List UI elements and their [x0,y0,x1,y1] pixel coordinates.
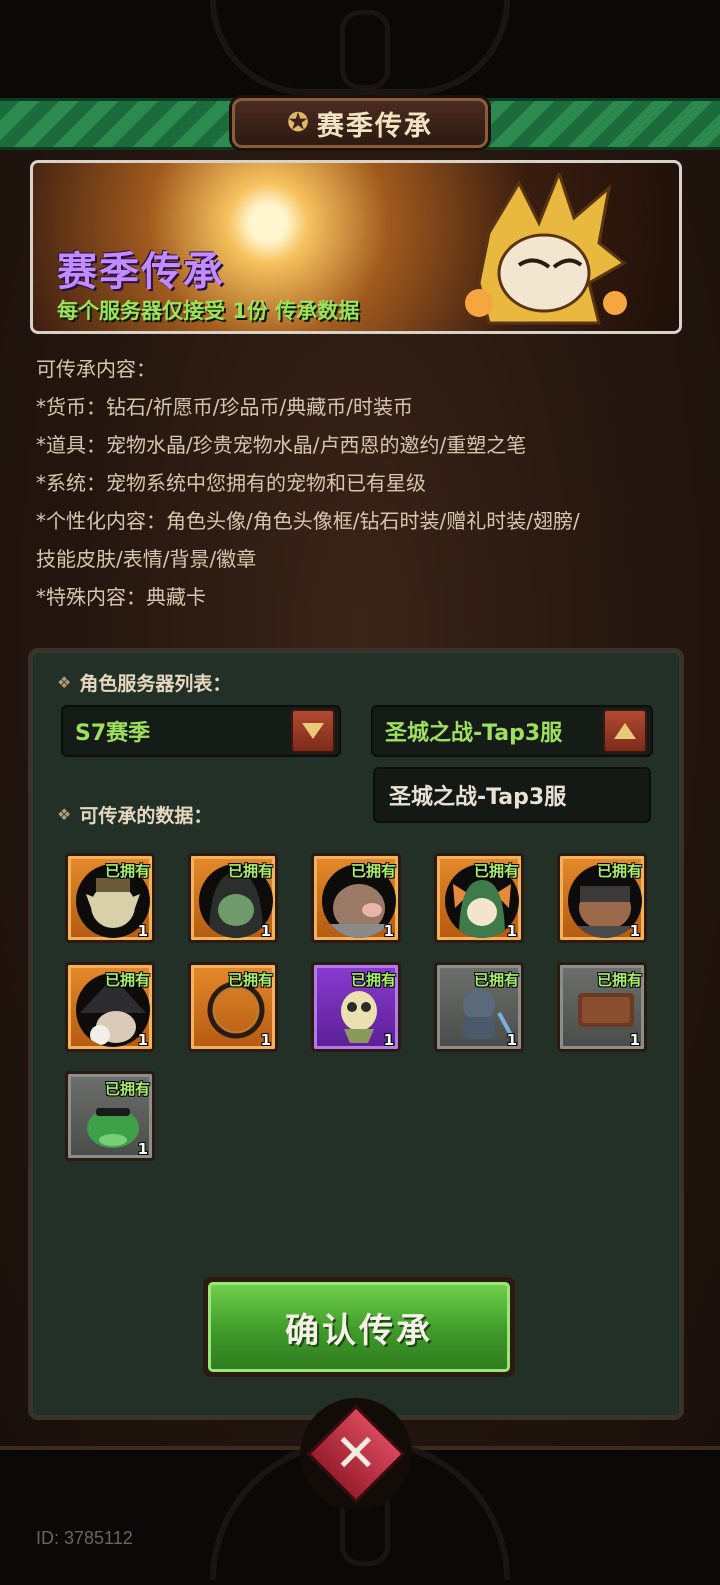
item-slot[interactable]: 已拥有 1 [65,853,155,943]
item-slot[interactable]: 已拥有 1 [557,962,647,1052]
item-slot[interactable]: 已拥有 1 [65,962,155,1052]
confirm-legacy-label: 确认传承 [208,1282,510,1372]
item-count: 1 [383,1031,394,1049]
transferable-data-label: ❖ 可传承的数据： [57,801,212,828]
owned-badge: 已拥有 [227,971,273,989]
close-button[interactable]: ✕ [300,1398,412,1510]
description-line: *系统：宠物系统中您拥有的宠物和已有星级 [36,471,426,495]
item-count: 1 [137,1031,148,1049]
star-icon: ✪ [287,108,309,138]
item-slot[interactable]: 已拥有 1 [434,853,524,943]
description-line: *道具：宠物水晶/珍贵宠物水晶/卢西恩的邀约/重塑之笔 [36,433,527,457]
item-count: 1 [629,922,640,940]
description-line: 可传承内容： [36,357,156,381]
description-line: *货币：钻石/祈愿币/珍品币/典藏币/时装币 [36,395,413,419]
season-dropdown[interactable]: S7赛季 [61,705,341,757]
legacy-description: 可传承内容： *货币：钻石/祈愿币/珍品币/典藏币/时装币 *道具：宠物水晶/珍… [36,350,696,616]
item-count: 1 [506,922,517,940]
season-banner: 赛季传承 每个服务器仅接受 1份 传承数据 [30,160,682,334]
server-list-label-text: 角色服务器列表： [79,673,232,695]
owned-badge: 已拥有 [104,1080,150,1098]
hero-character-image [465,173,627,325]
user-id: ID: 3785112 [36,1528,133,1548]
item-count: 1 [506,1031,517,1049]
page-title: 赛季传承 [316,110,433,142]
season-dropdown-toggle[interactable] [291,709,335,753]
item-slot[interactable]: 已拥有 1 [188,853,278,943]
item-slot[interactable]: 已拥有 1 [311,962,401,1052]
description-line: *特殊内容：典藏卡 [36,585,206,609]
owned-badge: 已拥有 [596,862,642,880]
server-list-label: ❖ 角色服务器列表： [57,669,231,696]
owned-badge: 已拥有 [104,862,150,880]
owned-badge: 已拥有 [227,862,273,880]
banner-title: 赛季传承 [57,249,225,295]
item-count: 1 [260,922,271,940]
confirm-legacy-button[interactable]: 确认传承 [203,1277,515,1377]
owned-badge: 已拥有 [104,971,150,989]
transferable-data-label-text: 可传承的数据： [79,805,213,827]
item-slot[interactable]: 已拥有 1 [65,1071,155,1161]
top-ornament [210,0,510,95]
banner-subtitle: 每个服务器仅接受 1份 传承数据 [57,299,360,323]
diamond-bullet-icon: ❖ [57,673,72,692]
header-title-plate: ✪ 赛季传承 [232,98,488,148]
owned-badge: 已拥有 [350,971,396,989]
description-line: 技能皮肤/表情/背景/徽章 [36,547,257,571]
server-dropdown-toggle[interactable] [603,709,647,753]
item-slot[interactable]: 已拥有 1 [557,853,647,943]
owned-badge: 已拥有 [596,971,642,989]
close-icon: ✕ [334,1423,378,1484]
chevron-down-icon [302,723,324,739]
item-count: 1 [260,1031,271,1049]
server-option[interactable]: 圣城之战-Tap3服 [373,767,651,823]
server-dropdown-value: 圣城之战-Tap3服 [385,721,563,746]
diamond-bullet-icon: ❖ [57,805,72,824]
item-count: 1 [383,922,394,940]
chevron-up-icon [614,723,636,739]
owned-badge: 已拥有 [473,971,519,989]
item-count: 1 [137,922,148,940]
season-dropdown-value: S7赛季 [75,721,151,746]
description-line: *个性化内容：角色头像/角色头像框/钻石时装/赠礼时装/翅膀/ [36,509,580,533]
close-icon-plate: ✕ [306,1404,406,1504]
owned-badge: 已拥有 [350,862,396,880]
item-count: 1 [629,1031,640,1049]
server-dropdown[interactable]: 圣城之战-Tap3服 [371,705,653,757]
item-slot[interactable]: 已拥有 1 [434,962,524,1052]
legacy-data-card: ❖ 角色服务器列表： S7赛季 圣城之战-Tap3服 圣城之战-Tap3服 ❖ … [28,648,684,1420]
item-slot[interactable]: 已拥有 1 [311,853,401,943]
item-slot[interactable]: 已拥有 1 [188,962,278,1052]
owned-badge: 已拥有 [473,862,519,880]
item-count: 1 [137,1140,148,1158]
